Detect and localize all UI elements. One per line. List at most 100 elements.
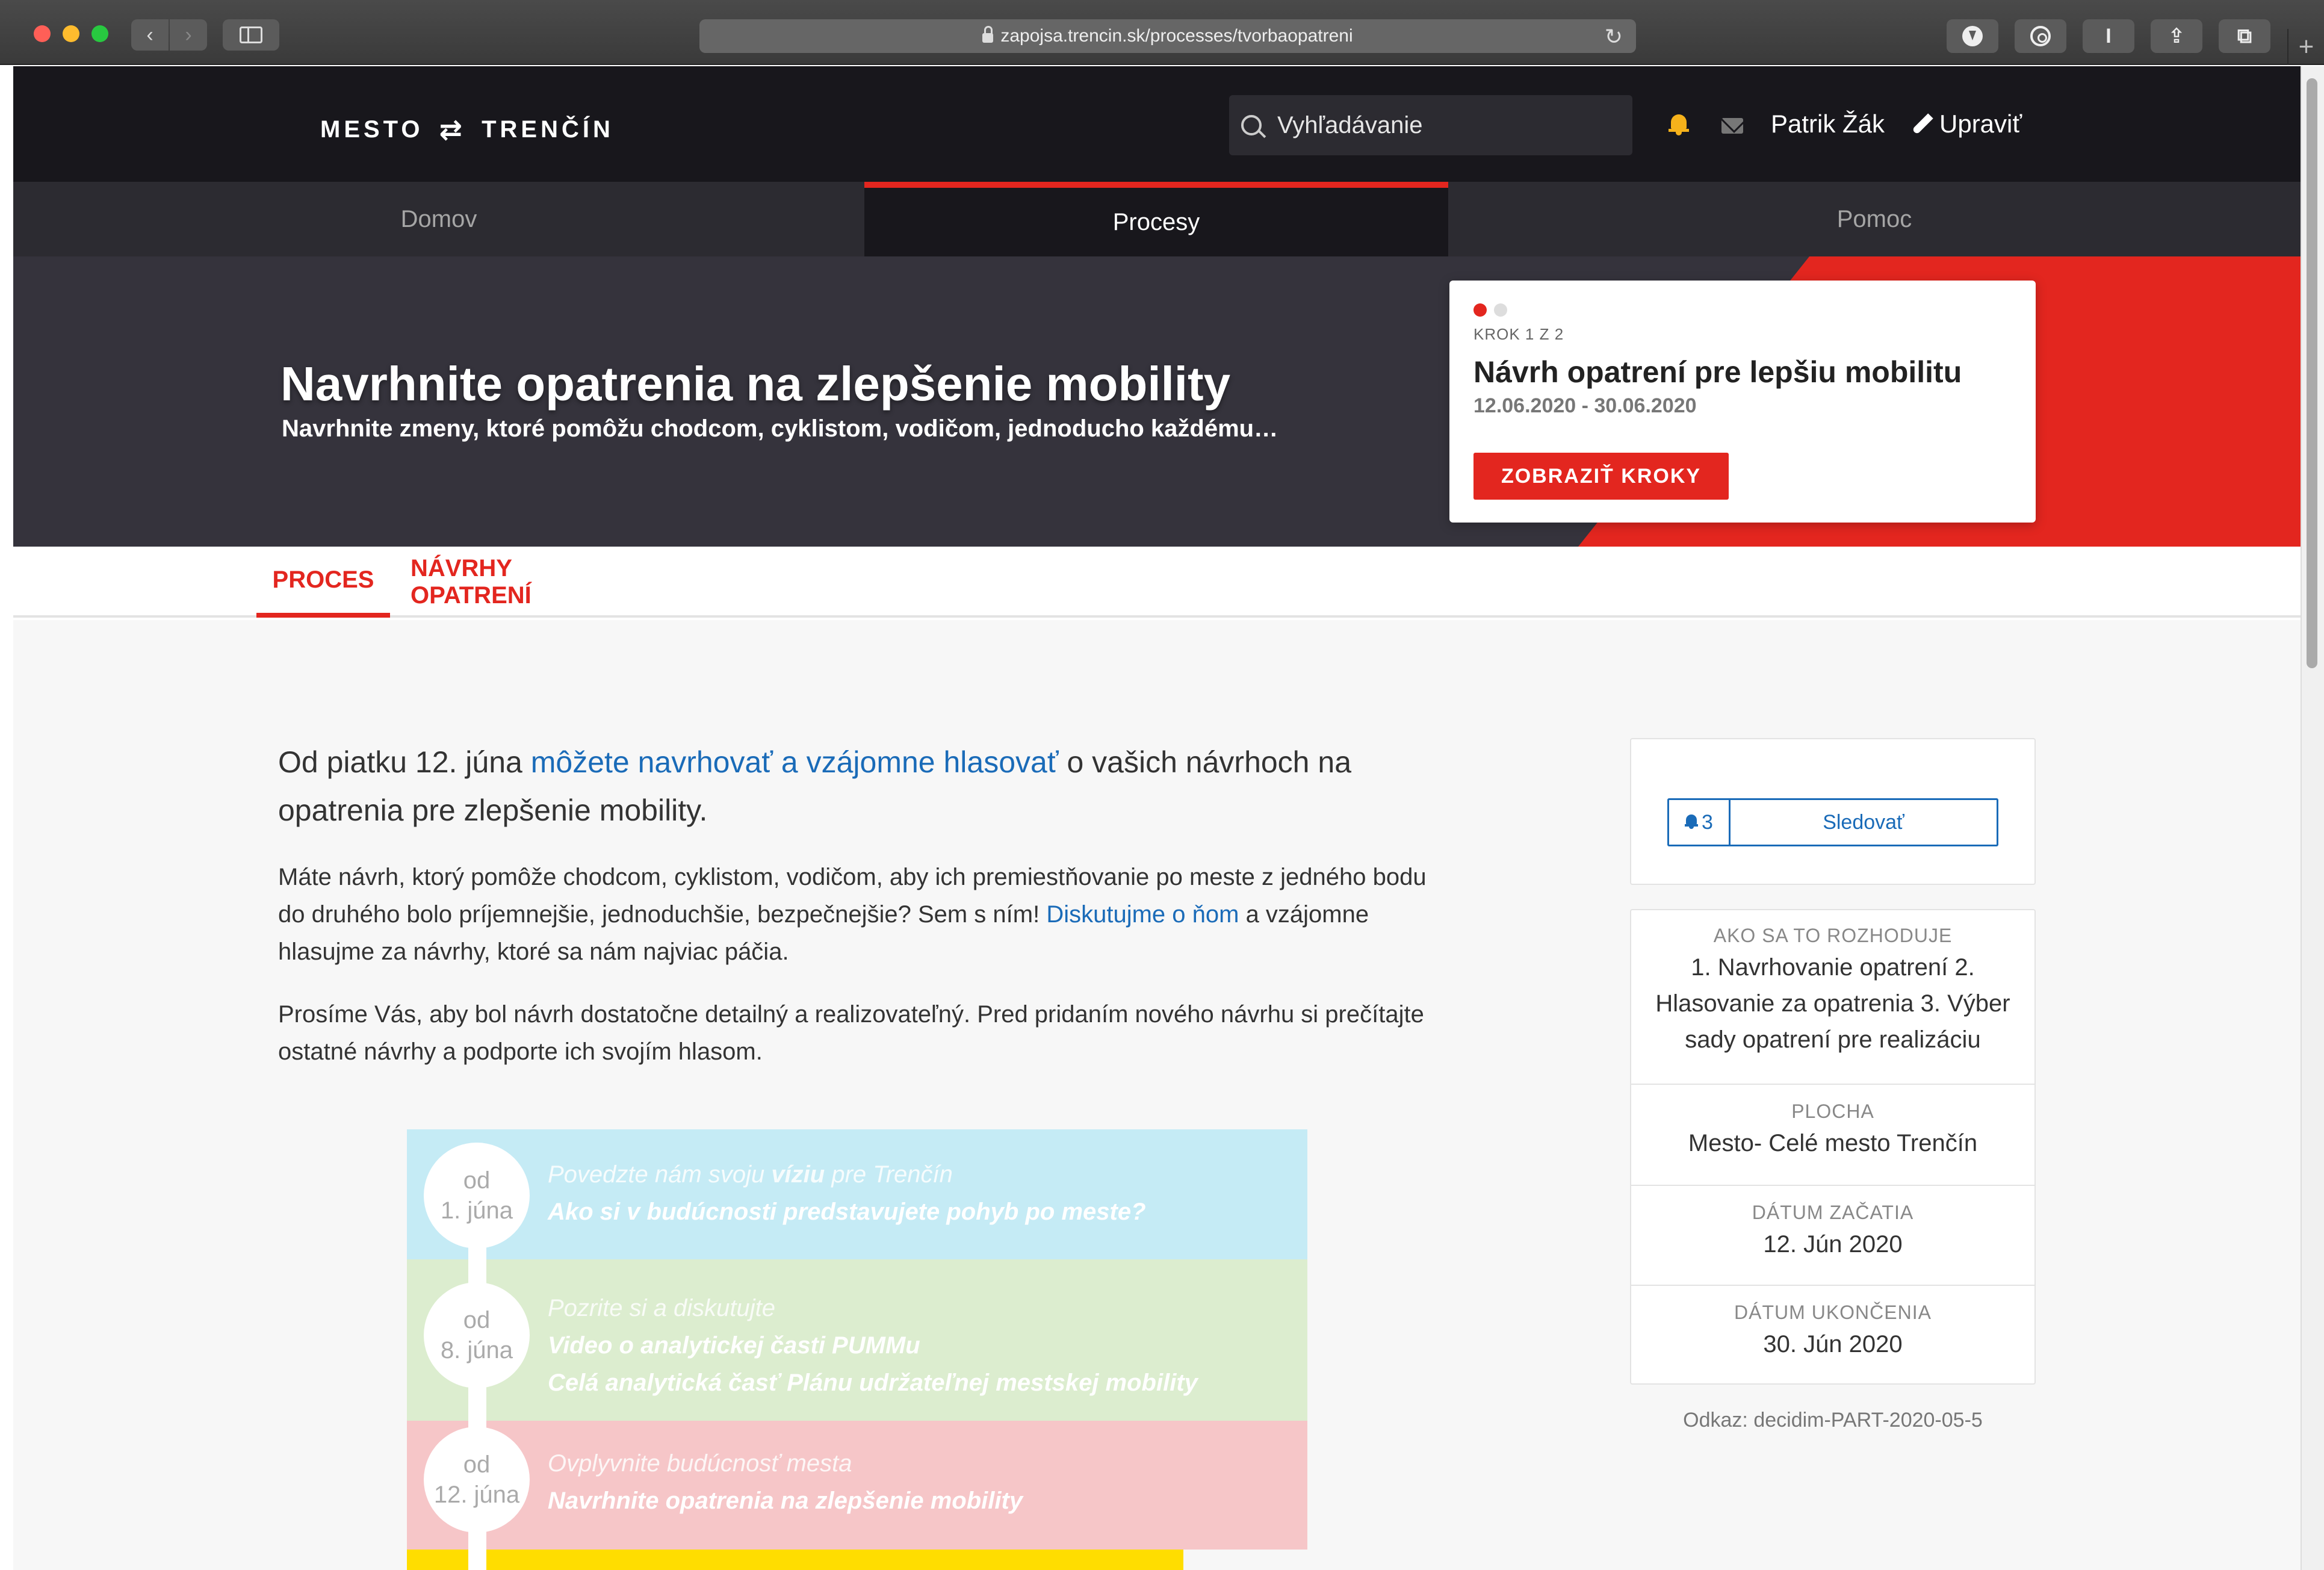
timeline-date: 12. júna <box>433 1482 520 1508</box>
meta-label: AKO SA TO ROZHODUJE <box>1713 925 1953 946</box>
process-tabs: PROCES NÁVRHY OPATRENÍ <box>13 547 2301 618</box>
meta-value: 30. Jún 2020 <box>1763 1331 1903 1357</box>
share-button[interactable]: ⇪ <box>2151 19 2202 53</box>
process-reference: Odkaz: decidim-PART-2020-05-5 <box>1683 1409 1983 1432</box>
meta-label: DÁTUM ZAČATIA <box>1752 1202 1914 1223</box>
process-timeline-graphic: od 1. júna od 8. júna od 12. júna Povedz… <box>407 1129 1307 1570</box>
timeline-date: 1. júna <box>440 1197 513 1224</box>
notifications-bell-icon[interactable] <box>1669 114 1689 136</box>
search-icon <box>1241 115 1262 135</box>
close-window-button[interactable] <box>34 25 51 42</box>
password-manager-icon <box>2030 26 2051 46</box>
follower-count: 3 <box>1669 800 1731 845</box>
user-profile-link[interactable]: Patrik Žák <box>1771 110 1885 138</box>
meta-row-start-date: DÁTUM ZAČATIA 12. Jún 2020 <box>1631 1186 2034 1286</box>
intro-lead: Od piatku 12. júna môžete navrhovať a vz… <box>278 738 1446 834</box>
tab-proposals[interactable]: NÁVRHY OPATRENÍ <box>411 547 627 618</box>
timeline-date-circle: od 8. júna <box>424 1282 530 1388</box>
process-hero: Navrhnite opatrenia na zlepšenie mobilit… <box>13 256 2301 547</box>
follow-label: Sledovať <box>1823 810 1904 834</box>
follow-button[interactable]: 3 Sledovať <box>1667 798 1998 846</box>
page-scrollbar[interactable] <box>2301 66 2324 1570</box>
sidebar-toggle-button[interactable] <box>223 19 279 51</box>
tabs-overview-button[interactable]: ⧉ <box>2219 19 2270 53</box>
search-box <box>1229 95 1632 155</box>
new-tab-button[interactable]: + <box>2287 29 2324 65</box>
sidebar-icon <box>240 26 262 43</box>
timeline-date: 8. júna <box>440 1337 513 1364</box>
intro-lead-text: Od piatku 12. júna <box>278 745 531 779</box>
search-input[interactable] <box>1277 111 1614 139</box>
scrollbar-thumb[interactable] <box>2307 78 2317 668</box>
show-steps-button[interactable]: ZOBRAZIŤ KROKY <box>1473 453 1729 500</box>
city-logo[interactable]: MESTO ⇄ TRENČÍN <box>320 113 614 146</box>
edit-label: Upraviť <box>1939 110 2022 138</box>
meta-label: PLOCHA <box>1791 1100 1874 1122</box>
timeline-step-line: Celá analytická časť Plánu udržateľnej m… <box>548 1370 1198 1396</box>
timeline-step-line: Video o analytickej časti PUMMu <box>548 1332 920 1359</box>
discuss-link[interactable]: Diskutujme o ňom <box>1046 901 1239 928</box>
follow-card: 3 Sledovať <box>1630 738 2036 885</box>
meta-value: 12. Jún 2020 <box>1763 1231 1903 1258</box>
step-dot-inactive <box>1494 303 1507 317</box>
nav-tab-help[interactable]: Pomoc <box>1448 182 2301 256</box>
intro-paragraph-1: Máte návrh, ktorý pomôže chodcom, cyklis… <box>278 858 1446 970</box>
timeline-lead-bold: víziu <box>771 1161 825 1188</box>
timeline-lead-part: Povedzte nám svoju <box>548 1161 772 1188</box>
intro-lead-link[interactable]: môžete navrhovať a vzájomne hlasovať <box>531 745 1059 779</box>
zoom-window-button[interactable] <box>91 25 108 42</box>
meta-label: DÁTUM UKONČENIA <box>1734 1302 1932 1323</box>
nav-tab-processes[interactable]: Procesy <box>864 182 1448 256</box>
browser-toolbar: ‹ › zapojsa.trencin.sk/processes/tvorbao… <box>0 0 2324 65</box>
main-navigation: Domov Procesy Pomoc <box>13 182 2301 256</box>
edit-link[interactable]: Upraviť <box>1912 110 2022 138</box>
timeline-step-lead: Pozrite si a diskutujte <box>548 1295 775 1321</box>
site-header: MESTO ⇄ TRENČÍN Patrik Žák Upraviť <box>13 66 2301 182</box>
meta-value: 1. Navrhovanie opatrení 2. Hlasovanie za… <box>1655 954 2010 1053</box>
meta-row-scope: PLOCHA Mesto- Celé mesto Trenčín <box>1631 1085 2034 1186</box>
timeline-step-line: Ako si v budúcnosti predstavujete pohyb … <box>548 1199 1146 1225</box>
lock-icon <box>982 26 994 43</box>
share-icon: ⇪ <box>2168 25 2186 48</box>
tabs-icon: ⧉ <box>2237 24 2252 48</box>
step-dates: 12.06.2020 - 30.06.2020 <box>1473 394 1697 417</box>
step-dot-active <box>1473 303 1487 317</box>
logo-left-text: MESTO <box>320 116 424 143</box>
follower-count-value: 3 <box>1702 810 1713 834</box>
minimize-window-button[interactable] <box>63 25 79 42</box>
address-url: zapojsa.trencin.sk/processes/tvorbaopatr… <box>1000 26 1353 46</box>
timeline-step-text: Ovplyvnite budúcnosť mesta Navrhnite opa… <box>548 1445 1023 1519</box>
forward-button[interactable]: › <box>170 19 207 51</box>
logo-right-text: TRENČÍN <box>482 116 614 143</box>
address-bar[interactable]: zapojsa.trencin.sk/processes/tvorbaopatr… <box>699 19 1636 53</box>
pencil-icon <box>1912 113 1933 135</box>
reload-icon[interactable]: ↻ <box>1605 24 1623 49</box>
tab-process[interactable]: PROCES <box>256 547 390 618</box>
text-cursor-icon: I <box>2106 24 2112 48</box>
timeline-od: od <box>463 1307 491 1333</box>
current-step-card: KROK 1 Z 2 Návrh opatrení pre lepšiu mob… <box>1449 281 2036 523</box>
timeline-date-circle: od 12. júna <box>424 1427 530 1533</box>
process-title: Navrhnite opatrenia na zlepšenie mobilit… <box>280 357 1231 411</box>
timeline-od: od <box>463 1451 491 1478</box>
timeline-date-circle: od 1. júna <box>424 1143 530 1249</box>
timeline-step-line: Navrhnite opatrenia na zlepšenie mobilit… <box>548 1488 1023 1514</box>
reader-button[interactable]: I <box>2083 19 2134 53</box>
timeline-step-lead: Povedzte nám svoju víziu pre Trenčín <box>548 1156 1146 1193</box>
process-subtitle: Navrhnite zmeny, ktoré pomôžu chodcom, c… <box>282 415 1278 442</box>
extension-button[interactable] <box>2015 19 2066 53</box>
logo-mark-icon: ⇄ <box>439 114 466 145</box>
download-icon <box>1962 26 1983 46</box>
timeline-step-lead: Ovplyvnite budúcnosť mesta <box>548 1450 852 1477</box>
messages-envelope-icon[interactable] <box>1721 118 1743 134</box>
timeline-od: od <box>463 1167 491 1194</box>
nav-tab-home[interactable]: Domov <box>13 182 864 256</box>
timeline-step-text: Povedzte nám svoju víziu pre Trenčín Ako… <box>548 1156 1146 1230</box>
chevron-left-icon: ‹ <box>146 23 153 46</box>
back-button[interactable]: ‹ <box>131 19 169 51</box>
step-counter: KROK 1 Z 2 <box>1473 325 1564 343</box>
meta-value: Mesto- Celé mesto Trenčín <box>1688 1130 1978 1156</box>
meta-row-end-date: DÁTUM UKONČENIA 30. Jún 2020 <box>1631 1286 2034 1383</box>
step-title: Návrh opatrení pre lepšiu mobilitu <box>1473 355 1962 389</box>
downloads-button[interactable] <box>1947 19 1998 53</box>
